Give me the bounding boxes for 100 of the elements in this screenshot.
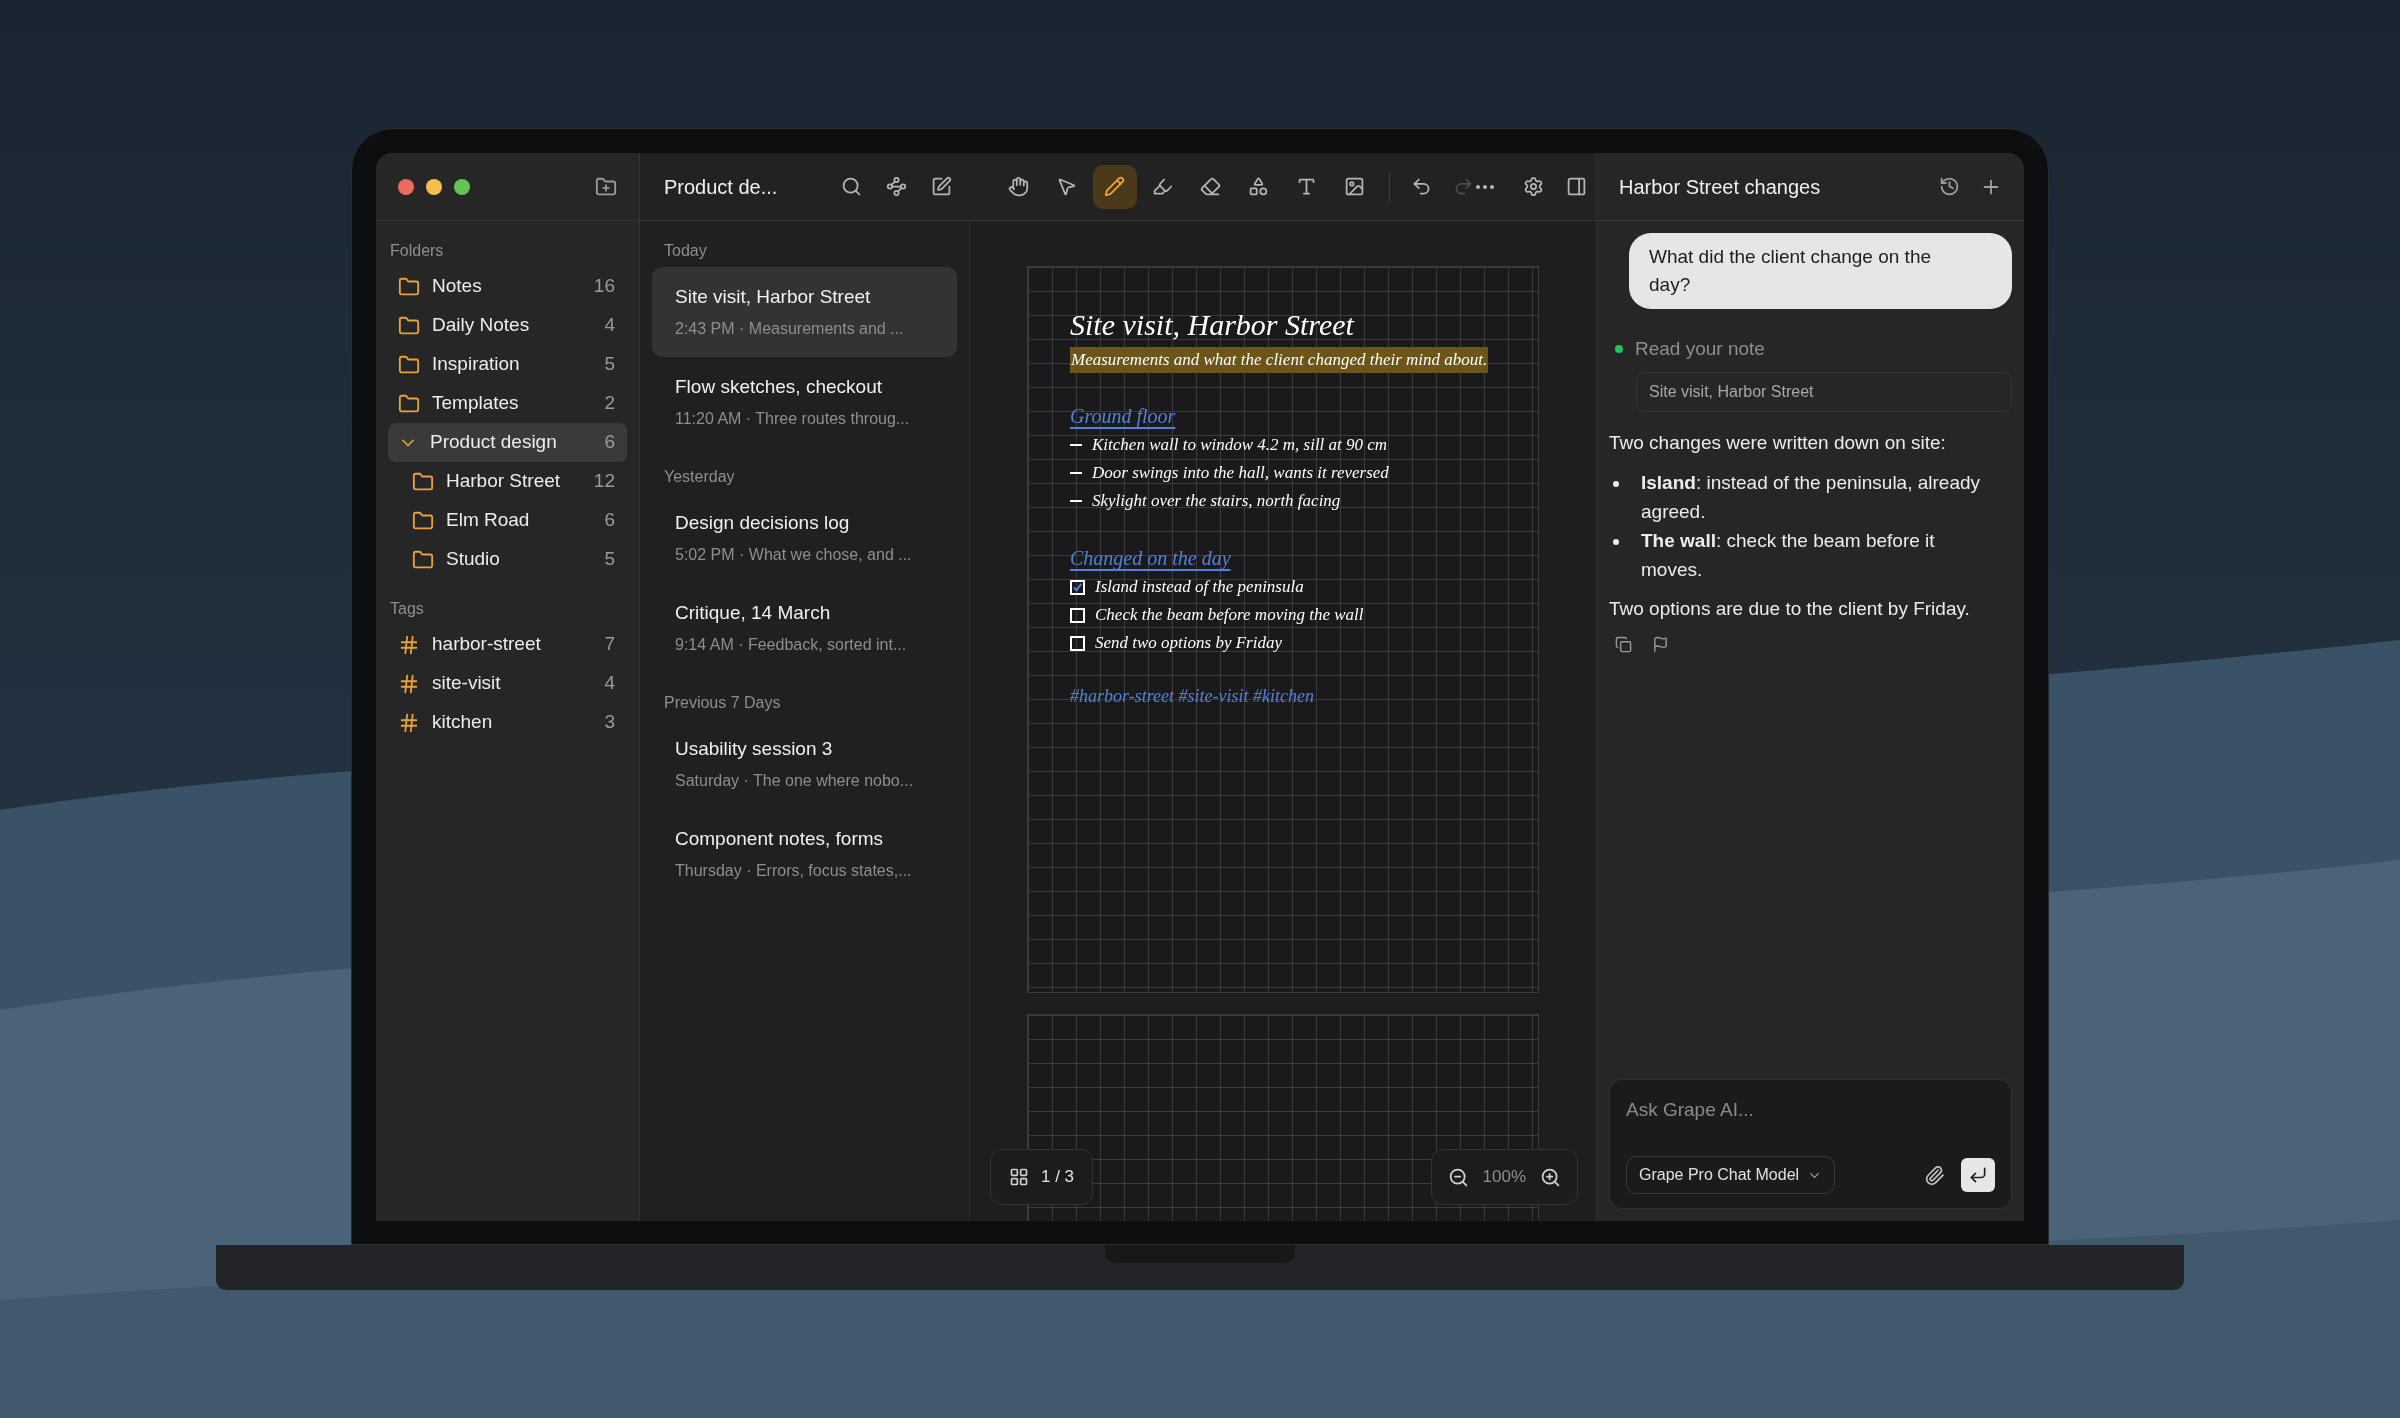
note-meta: 9:14 AM · Feedback, sorted int... bbox=[675, 635, 908, 656]
note-heading: Site visit, Harbor Street bbox=[1070, 307, 1354, 343]
note-title: Flow sketches, checkout bbox=[675, 374, 883, 399]
dash-icon bbox=[1070, 500, 1082, 502]
eraser-icon bbox=[1200, 176, 1222, 197]
pencil-tool-button[interactable] bbox=[1092, 164, 1137, 209]
nodes-icon bbox=[886, 176, 908, 197]
note-title: Component notes, forms bbox=[675, 826, 885, 851]
folder-icon bbox=[398, 392, 420, 415]
new-folder-icon[interactable] bbox=[595, 175, 617, 198]
note-meta: Saturday · The one where nobo... bbox=[675, 771, 915, 792]
chat-title: Harbor Street changes bbox=[1619, 174, 1822, 200]
history-button[interactable] bbox=[1939, 176, 1960, 197]
section-label: Tags bbox=[389, 599, 425, 619]
attach-button[interactable] bbox=[1924, 1164, 1945, 1186]
flag-button[interactable] bbox=[1652, 635, 1669, 653]
note-subtitle: Measurements and what the client changed their mind about. bbox=[1070, 347, 1489, 373]
dash-icon bbox=[1070, 444, 1082, 446]
bullet-icon bbox=[1613, 480, 1619, 487]
flag-icon bbox=[1652, 635, 1669, 653]
folder-icon bbox=[412, 470, 434, 493]
paperclip-icon bbox=[1924, 1164, 1945, 1186]
zoom-out-button[interactable] bbox=[1447, 1166, 1469, 1188]
dash-icon bbox=[1070, 472, 1082, 474]
zoom-level: 100% bbox=[1482, 1166, 1526, 1189]
input-field[interactable]: Ask Grape AI... bbox=[1626, 1096, 1995, 1125]
chat-input[interactable]: Ask Grape AI... Grape Pro Chat Model bbox=[1609, 1079, 2012, 1209]
bullet-icon bbox=[1613, 538, 1619, 545]
folder-icon bbox=[412, 509, 434, 532]
section-heading: Changed on the day bbox=[1070, 546, 1231, 572]
group-label: Yesterday bbox=[663, 467, 736, 487]
copy-icon bbox=[1615, 635, 1632, 653]
edit-icon bbox=[931, 176, 953, 197]
zoom-out-icon bbox=[1447, 1166, 1469, 1188]
folder-item[interactable]: Inspiration 5 bbox=[388, 345, 627, 384]
note-title: Critique, 14 March bbox=[675, 600, 832, 625]
folder-item[interactable]: Harbor Street 12 bbox=[388, 462, 627, 501]
tag-item[interactable]: harbor-street 7 bbox=[388, 625, 627, 664]
maximize-window-button[interactable] bbox=[454, 178, 470, 195]
source-chip[interactable]: Site visit, Harbor Street bbox=[1636, 371, 2012, 412]
highlighter-icon bbox=[1152, 176, 1174, 197]
hand-icon bbox=[1008, 176, 1030, 197]
folder-icon bbox=[412, 548, 434, 571]
note-line: Check the beam before moving the wall bbox=[1095, 604, 1364, 627]
enter-icon bbox=[1968, 1165, 1988, 1185]
hash-icon bbox=[398, 672, 420, 695]
folder-item[interactable]: Studio 5 bbox=[388, 540, 627, 579]
folder-title: Product de... bbox=[664, 174, 779, 200]
step-label: Read your note bbox=[1635, 337, 1765, 361]
folder-item[interactable]: Daily Notes 4 bbox=[388, 306, 627, 345]
page-indicator[interactable]: 1 / 3 bbox=[990, 1149, 1094, 1205]
user-message: What did the client change on the day? bbox=[1629, 233, 2012, 309]
note-meta: 2:43 PM · Measurements and ... bbox=[675, 319, 905, 340]
note-line: Kitchen wall to window 4.2 m, sill at 90 cm bbox=[1092, 434, 1388, 457]
folder-icon bbox=[398, 314, 420, 337]
note-meta: 5:02 PM · What we chose, and ... bbox=[675, 545, 913, 566]
close-window-button[interactable] bbox=[398, 178, 414, 195]
group-label: Previous 7 Days bbox=[663, 693, 782, 713]
note-line: Send two options by Friday bbox=[1095, 632, 1282, 655]
page-number: 1 / 3 bbox=[1041, 1166, 1075, 1189]
settings-icon bbox=[1522, 176, 1544, 197]
image-icon bbox=[1344, 176, 1366, 197]
tag-item[interactable]: kitchen 3 bbox=[388, 703, 627, 742]
folder-item[interactable]: Templates 2 bbox=[388, 384, 627, 423]
hash-icon bbox=[398, 633, 420, 656]
checkbox[interactable] bbox=[1070, 607, 1085, 623]
hash-icon bbox=[398, 711, 420, 734]
folder-item[interactable]: Elm Road 6 bbox=[388, 501, 627, 540]
search-icon bbox=[841, 176, 863, 197]
answer-bullet: The wall: check the beam before it moves. bbox=[1641, 528, 1936, 582]
note-item[interactable]: Site visit, Harbor Street 2:43 PM · Measurements and ... bbox=[652, 267, 957, 357]
tag-item[interactable]: site-visit 4 bbox=[388, 664, 627, 703]
answer-text: Two options are due to the client by Friday. bbox=[1609, 596, 1971, 621]
grid-icon bbox=[1009, 1167, 1029, 1187]
note-meta: 11:20 AM · Three routes throug... bbox=[675, 409, 911, 430]
shapes-icon bbox=[1248, 176, 1270, 197]
answer-text: Two changes were written down on site: bbox=[1609, 430, 1947, 455]
note-line: Island instead of the peninsula bbox=[1095, 576, 1304, 599]
note-line: Door swings into the hall, wants it reversed bbox=[1092, 462, 1389, 485]
folder-icon bbox=[398, 275, 420, 298]
checkbox[interactable] bbox=[1070, 635, 1085, 651]
model-selector[interactable]: Grape Pro Chat Model bbox=[1626, 1156, 1836, 1194]
section-heading: Ground floor bbox=[1070, 404, 1176, 430]
zoom-in-button[interactable] bbox=[1540, 1166, 1561, 1188]
minimize-window-button[interactable] bbox=[426, 178, 442, 195]
copy-button[interactable] bbox=[1615, 635, 1632, 653]
note-tags: #harbor-street #site-visit #kitchen bbox=[1070, 683, 1314, 710]
zoom-in-icon bbox=[1540, 1166, 1561, 1188]
answer-bullet: Island: instead of the peninsula, already agreed. bbox=[1641, 470, 1982, 524]
sidebar-panel-icon bbox=[1565, 176, 1587, 197]
group-label: Today bbox=[663, 241, 708, 261]
pointer-icon bbox=[1056, 176, 1078, 197]
note-meta: Thursday · Errors, focus states,... bbox=[675, 861, 913, 882]
note-title: Usability session 3 bbox=[675, 736, 834, 761]
folder-item[interactable]: Notes 16 bbox=[388, 267, 627, 306]
send-button[interactable] bbox=[1961, 1158, 1995, 1192]
folder-item[interactable]: Product design 6 bbox=[388, 423, 627, 462]
checkbox[interactable] bbox=[1070, 579, 1085, 595]
note-title: Site visit, Harbor Street bbox=[675, 284, 872, 309]
section-label: Folders bbox=[389, 241, 445, 261]
